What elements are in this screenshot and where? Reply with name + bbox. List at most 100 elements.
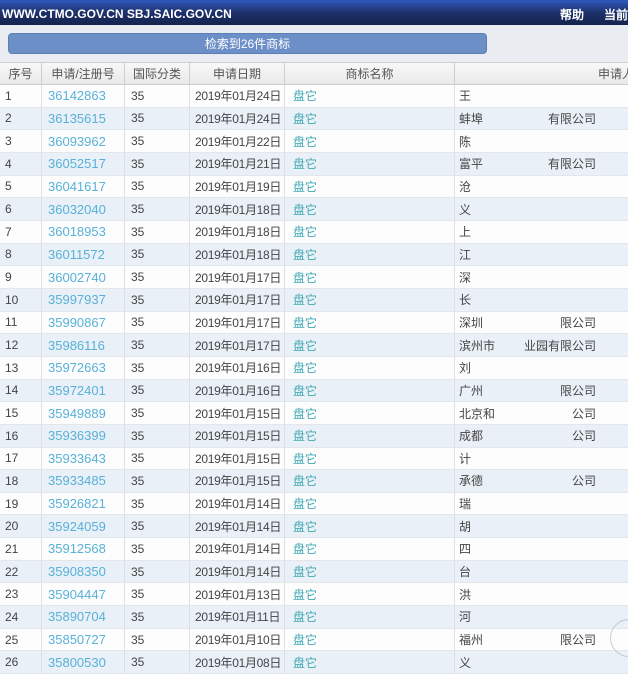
registration-number-link[interactable]: 35800530	[48, 655, 106, 670]
search-result-count-banner[interactable]: 检索到26件商标	[8, 33, 487, 54]
trademark-name-link[interactable]: 盘它	[293, 495, 317, 512]
trademark-name-link[interactable]: 盘它	[293, 472, 317, 489]
trademark-name-link[interactable]: 盘它	[293, 110, 317, 127]
trademark-name-link[interactable]: 盘它	[293, 133, 317, 150]
apply-date-cell: 2019年01月24日	[190, 85, 285, 107]
registration-number-link[interactable]: 35949889	[48, 406, 106, 421]
trademark-name-link[interactable]: 盘它	[293, 269, 317, 286]
applicant-name-fragment-left: 义	[459, 655, 472, 670]
trademark-name-link[interactable]: 盘它	[293, 586, 317, 603]
registration-number-cell: 35890704	[42, 606, 125, 628]
apply-date-cell: 2019年01月18日	[190, 243, 285, 266]
applicant-cell: 洪	[455, 583, 628, 605]
trademark-name-cell: 盘它	[285, 266, 455, 288]
trademark-name-link[interactable]: 盘它	[293, 427, 317, 444]
registration-number-cell: 35997937	[42, 288, 125, 311]
trademark-name-link[interactable]: 盘它	[293, 563, 317, 580]
applicant-name-fragment-left: 台	[459, 565, 472, 580]
apply-date-cell: 2019年01月18日	[190, 198, 285, 220]
table-row: 10 35997937 35 2019年01月17日 盘它 长	[0, 288, 628, 312]
applicant-cell: 胡	[455, 515, 628, 537]
registration-number-link[interactable]: 36135615	[48, 111, 106, 126]
trademark-name-link[interactable]: 盘它	[293, 178, 317, 195]
trademark-name-cell: 盘它	[285, 243, 455, 266]
registration-number-link[interactable]: 36018953	[48, 224, 106, 239]
trademark-name-cell: 盘它	[285, 447, 455, 470]
registration-number-link[interactable]: 36052517	[48, 156, 106, 171]
top-navigation-bar: WWW.CTMO.GOV.CN SBJ.SAIC.GOV.CN 帮助 当前数	[0, 0, 628, 25]
apply-date-cell: 2019年01月14日	[190, 492, 285, 515]
table-row: 3 36093962 35 2019年01月22日 盘它 陈	[0, 130, 628, 153]
intl-class-cell: 35	[125, 424, 190, 447]
trademark-name-link[interactable]: 盘它	[293, 382, 317, 399]
trademark-name-cell: 盘它	[285, 492, 455, 515]
registration-number-link[interactable]: 35904447	[48, 587, 106, 602]
registration-number-link[interactable]: 35936399	[48, 428, 106, 443]
table-header-row: 序号 申请/注册号 国际分类 申请日期 商标名称 申请人	[0, 62, 628, 85]
registration-number-link[interactable]: 35986116	[48, 338, 105, 353]
index-cell: 10	[0, 288, 42, 311]
applicant-name-fragment-left: 长	[459, 293, 472, 308]
registration-number-cell: 35912568	[42, 538, 125, 560]
column-header-trademark-name: 商标名称	[285, 63, 455, 84]
table-row: 22 35908350 35 2019年01月14日 盘它 台	[0, 560, 628, 584]
registration-number-link[interactable]: 35990867	[48, 315, 106, 330]
registration-number-link[interactable]: 36002740	[48, 270, 106, 285]
trademark-name-link[interactable]: 盘它	[293, 518, 317, 535]
trademark-name-link[interactable]: 盘它	[293, 405, 317, 422]
trademark-name-link[interactable]: 盘它	[293, 223, 317, 240]
registration-number-link[interactable]: 35890704	[48, 609, 106, 624]
registration-number-link[interactable]: 35933643	[48, 451, 106, 466]
applicant-name-fragment-left: 福州	[459, 633, 484, 648]
apply-date-cell: 2019年01月16日	[190, 379, 285, 402]
registration-number-link[interactable]: 35924059	[48, 519, 106, 534]
trademark-name-link[interactable]: 盘它	[293, 291, 317, 308]
trademark-name-link[interactable]: 盘它	[293, 201, 317, 218]
intl-class-cell: 35	[125, 515, 190, 538]
intl-class-cell: 35	[125, 356, 190, 379]
registration-number-link[interactable]: 36142863	[48, 88, 106, 103]
current-status-link[interactable]: 当前数	[604, 6, 628, 23]
registration-number-link[interactable]: 35926821	[48, 496, 106, 511]
registration-number-link[interactable]: 35912568	[48, 541, 106, 556]
applicant-cell: 深	[455, 266, 628, 288]
trademark-name-link[interactable]: 盘它	[293, 337, 317, 354]
index-cell: 24	[0, 606, 42, 628]
trademark-name-cell: 盘它	[285, 107, 455, 130]
registration-number-link[interactable]: 35972401	[48, 383, 106, 398]
applicant-name-fragment-left: 富平	[459, 157, 484, 172]
applicant-name-fragment-right: 公司	[571, 474, 596, 489]
registration-number-link[interactable]: 35850727	[48, 632, 106, 647]
registration-number-link[interactable]: 36011572	[48, 247, 105, 262]
trademark-name-link[interactable]: 盘它	[293, 155, 317, 172]
column-header-apply-date: 申请日期	[190, 63, 285, 84]
trademark-name-link[interactable]: 盘它	[293, 654, 317, 671]
site-title: WWW.CTMO.GOV.CN SBJ.SAIC.GOV.CN	[2, 7, 232, 21]
applicant-cell: 滨州市 业园有限公司	[455, 334, 628, 356]
registration-number-link[interactable]: 36032040	[48, 202, 106, 217]
topbar-links: 帮助 当前数	[560, 6, 628, 23]
trademark-name-cell: 盘它	[285, 402, 455, 424]
applicant-name-fragment-left: 北京和	[459, 406, 496, 421]
trademark-name-link[interactable]: 盘它	[293, 87, 317, 104]
registration-number-link[interactable]: 36093962	[48, 134, 106, 149]
help-link[interactable]: 帮助	[560, 6, 584, 23]
trademark-name-link[interactable]: 盘它	[293, 631, 317, 648]
apply-date-cell: 2019年01月10日	[190, 628, 285, 651]
trademark-name-link[interactable]: 盘它	[293, 540, 317, 557]
table-row: 12 35986116 35 2019年01月17日 盘它 滨州市 业园有限公司	[0, 334, 628, 357]
trademark-name-link[interactable]: 盘它	[293, 608, 317, 625]
registration-number-link[interactable]: 35908350	[48, 564, 106, 579]
trademark-name-link[interactable]: 盘它	[293, 450, 317, 467]
index-cell: 4	[0, 152, 42, 175]
trademark-name-link[interactable]: 盘它	[293, 314, 317, 331]
index-cell: 12	[0, 334, 42, 356]
applicant-name-fragment-right: 限公司	[559, 383, 596, 398]
trademark-name-link[interactable]: 盘它	[293, 246, 317, 263]
applicant-name-fragment-left: 刘	[459, 361, 472, 376]
trademark-name-link[interactable]: 盘它	[293, 359, 317, 376]
registration-number-link[interactable]: 35997937	[48, 292, 106, 307]
registration-number-link[interactable]: 35972663	[48, 360, 106, 375]
registration-number-link[interactable]: 35933485	[48, 473, 106, 488]
registration-number-link[interactable]: 36041617	[48, 179, 106, 194]
